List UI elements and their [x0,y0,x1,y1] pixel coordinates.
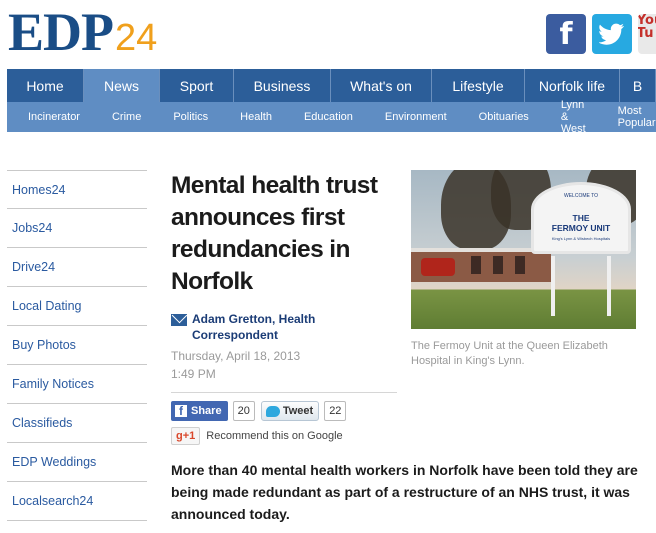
twitter-icon[interactable] [592,14,632,54]
nav-item-norfolk-life[interactable]: Norfolk life [525,69,620,102]
tweet-label: Tweet [282,405,314,417]
nav-item-news[interactable]: News [84,69,160,102]
google-plus-label: +1 [182,430,196,442]
byline: Adam Gretton, Health Correspondent [171,311,342,343]
facebook-share-count: 20 [232,401,255,421]
primary-nav: Home News Sport Business What's on Lifestyle N… [7,69,656,102]
sidebar-item-buy-photos[interactable]: Buy Photos [7,326,147,365]
subnav-item-incinerator[interactable]: Incinerator [7,102,90,132]
article-lede: More than 40 mental health workers in No… [171,462,638,522]
subnav-item-environment[interactable]: Environment [363,102,457,132]
sidebar-item-homes24[interactable]: Homes24 [7,171,147,209]
sidebar-item-classifieds[interactable]: Classifieds [7,404,147,443]
facebook-share-label: Share [191,405,222,417]
sign-post [607,256,611,316]
nav-item-what-s-on[interactable]: What's on [331,69,432,102]
subnav-item-crime[interactable]: Crime [90,102,151,132]
article-photo[interactable]: WELCOME TO THE FERMOY UNIT King's Lynn &… [411,170,636,329]
sidebar-item-drive24[interactable]: Drive24 [7,248,147,287]
subnav-item-obituaries[interactable]: Obituaries [457,102,539,132]
sign-post [551,256,555,316]
google-plus-row: g +1 Recommend this on Google [171,427,343,445]
sign-name-line1: THE [572,213,590,223]
facebook-icon[interactable]: f [546,14,586,54]
tweet-count: 22 [324,401,347,421]
facebook-icon: f [175,405,187,417]
subnav-item-health[interactable]: Health [218,102,282,132]
sidebar-item-jobs24[interactable]: Jobs24 [7,209,147,248]
publish-date: Thursday, April 18, 2013 [171,349,301,363]
subnav-item-lynn-west[interactable]: Lynn & West [539,99,596,135]
window-shape [493,256,503,274]
facebook-share-button[interactable]: f Share [171,401,228,421]
facebook-glyph: f [559,16,573,52]
google-recommend-text: Recommend this on Google [206,430,343,442]
car-shape [421,258,455,276]
dateline: Thursday, April 18, 2013 1:49 PM [171,347,300,383]
email-icon[interactable] [171,314,187,326]
social-links: f You Tu [546,14,656,54]
sign-name-line2: FERMOY UNIT [551,223,611,233]
window-shape [515,256,525,274]
sign-welcome-text: WELCOME TO [564,193,598,199]
secondary-nav: Incinerator Crime Politics Health Education E… [7,99,656,135]
divider [171,392,397,393]
sidebar-item-family-notices[interactable]: Family Notices [7,365,147,404]
nav-item-sport[interactable]: Sport [160,69,234,102]
nav-item-business[interactable]: Business [234,69,331,102]
logo-24-text: 24 [115,17,158,59]
sidebar-item-edp-weddings[interactable]: EDP Weddings [7,443,147,482]
logo-edp-text: EDP [8,2,114,62]
twitter-bird-icon [599,23,624,45]
sidebar-item-local-dating[interactable]: Local Dating [7,287,147,326]
sidebar-item-localsearch24[interactable]: Localsearch24 [7,482,147,521]
author-link[interactable]: Adam Gretton, Health Correspondent [192,311,342,343]
subnav-item-politics[interactable]: Politics [151,102,218,132]
sign-sub-text: King's Lynn & Wisbech Hospitals [551,236,611,241]
google-plus-button[interactable]: g +1 [171,427,201,445]
window-shape [471,256,481,274]
publish-time: 1:49 PM [171,367,216,381]
twitter-bird-icon [265,405,280,417]
fermoy-unit-sign: WELCOME TO THE FERMOY UNIT King's Lynn &… [531,182,631,254]
subnav-item-education[interactable]: Education [282,102,363,132]
subnav-item-most-popular[interactable]: Most Popular [596,102,656,132]
article-headline: Mental health trust announces first redu… [171,172,378,295]
youtube-icon[interactable]: You Tu [638,14,656,54]
site-logo[interactable]: EDP 24 [8,4,157,60]
tweet-button[interactable]: Tweet [260,401,320,421]
nav-item-home[interactable]: Home [7,69,84,102]
google-g-icon: g [176,430,183,442]
nav-item-b[interactable]: B [620,69,656,102]
youtube-text: You Tu [638,14,656,41]
nav-item-lifestyle[interactable]: Lifestyle [432,69,525,102]
sidebar-links: Homes24 Jobs24 Drive24 Local Dating Buy Phot… [7,170,147,521]
share-row: f Share 20 Tweet 22 [171,401,347,421]
photo-caption: The Fermoy Unit at the Queen Elizabeth H… [411,340,608,367]
